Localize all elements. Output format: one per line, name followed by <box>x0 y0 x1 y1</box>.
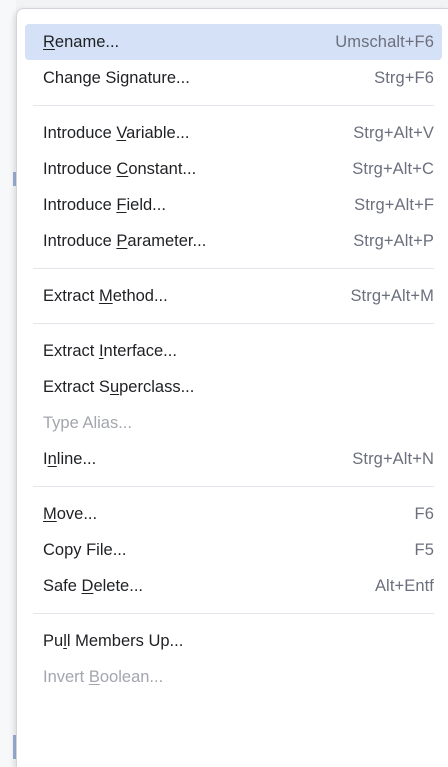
menu-item-inline[interactable]: Inline... Strg+Alt+N <box>25 441 442 477</box>
menu-item-move[interactable]: Move... F6 <box>25 496 442 532</box>
menu-item-extract-interface[interactable]: Extract Interface... <box>25 333 442 369</box>
menu-item-introduce-parameter[interactable]: Introduce Parameter... Strg+Alt+P <box>25 223 442 259</box>
menu-item-copy-file[interactable]: Copy File... F5 <box>25 532 442 568</box>
menu-item-shortcut: Strg+Alt+M <box>350 286 434 305</box>
menu-item-shortcut: Strg+Alt+C <box>352 159 434 178</box>
background-editor-gutter <box>0 0 16 767</box>
menu-item-extract-superclass[interactable]: Extract Superclass... <box>25 369 442 405</box>
menu-item-shortcut: Strg+Alt+V <box>353 123 434 142</box>
menu-item-shortcut: Umschalt+F6 <box>335 32 434 51</box>
menu-item-label: Pull Members Up... <box>43 631 184 650</box>
menu-item-shortcut: Alt+Entf <box>374 576 434 595</box>
menu-item-shortcut: Strg+Alt+F <box>354 195 434 214</box>
menu-item-extract-method[interactable]: Extract Method... Strg+Alt+M <box>25 278 442 314</box>
menu-item-introduce-constant[interactable]: Introduce Constant... Strg+Alt+C <box>25 151 442 187</box>
menu-item-label: Introduce Constant... <box>43 159 197 178</box>
menu-item-pull-members-up[interactable]: Pull Members Up... <box>25 623 442 659</box>
menu-item-label: Introduce Field... <box>43 195 166 214</box>
menu-item-label: Inline... <box>43 449 97 468</box>
menu-item-shortcut: Strg+Alt+N <box>352 449 434 468</box>
menu-item-rename[interactable]: Rename... Umschalt+F6 <box>25 24 442 60</box>
menu-separator <box>33 268 434 269</box>
menu-separator <box>33 486 434 487</box>
menu-item-label: Copy File... <box>43 540 127 559</box>
menu-separator <box>33 105 434 106</box>
menu-item-change-signature[interactable]: Change Signature... Strg+F6 <box>25 60 442 96</box>
menu-separator <box>33 323 434 324</box>
menu-item-introduce-field[interactable]: Introduce Field... Strg+Alt+F <box>25 187 442 223</box>
menu-item-invert-boolean: Invert Boolean... <box>25 659 442 695</box>
menu-item-label: Invert Boolean... <box>43 667 164 686</box>
menu-item-label: Type Alias... <box>43 413 132 432</box>
menu-item-shortcut: F5 <box>414 540 434 559</box>
menu-item-label: Introduce Parameter... <box>43 231 207 250</box>
menu-item-label: Extract Interface... <box>43 341 177 360</box>
menu-item-label: Rename... <box>43 32 120 51</box>
menu-item-label: Safe Delete... <box>43 576 143 595</box>
menu-item-shortcut: F6 <box>414 504 434 523</box>
menu-item-introduce-variable[interactable]: Introduce Variable... Strg+Alt+V <box>25 115 442 151</box>
menu-item-label: Change Signature... <box>43 68 190 87</box>
refactor-context-menu: Rename... Umschalt+F6 Change Signature... S… <box>16 8 448 767</box>
menu-item-label: Move... <box>43 504 98 523</box>
menu-item-label: Extract Method... <box>43 286 168 305</box>
menu-item-shortcut: Strg+Alt+P <box>353 231 434 250</box>
menu-separator <box>33 613 434 614</box>
menu-item-label: Introduce Variable... <box>43 123 190 142</box>
menu-item-safe-delete[interactable]: Safe Delete... Alt+Entf <box>25 568 442 604</box>
menu-item-shortcut: Strg+F6 <box>374 68 434 87</box>
menu-item-label: Extract Superclass... <box>43 377 195 396</box>
menu-item-type-alias: Type Alias... <box>25 405 442 441</box>
